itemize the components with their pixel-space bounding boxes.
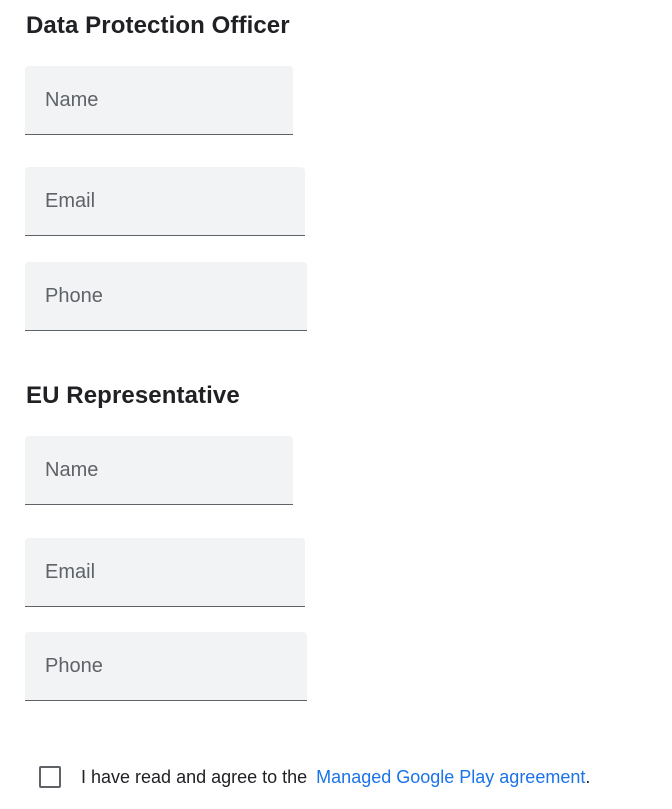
agreement-text-container: I have read and agree to the Managed Goog… (81, 767, 590, 788)
eu-rep-name-field[interactable] (25, 436, 293, 505)
eu-rep-name-input[interactable] (25, 436, 293, 504)
eu-rep-phone-field[interactable] (25, 632, 307, 701)
dpo-section-title: Data Protection Officer (26, 12, 290, 39)
agreement-link[interactable]: Managed Google Play agreement (316, 767, 585, 787)
eu-rep-phone-input[interactable] (25, 632, 307, 700)
eu-rep-section-title: EU Representative (26, 382, 240, 409)
agreement-row: I have read and agree to the Managed Goog… (39, 765, 590, 789)
dpo-phone-input[interactable] (25, 262, 307, 330)
agreement-checkbox[interactable] (39, 766, 61, 788)
dpo-phone-field[interactable] (25, 262, 307, 331)
dpo-email-field[interactable] (25, 167, 305, 236)
dpo-name-field[interactable] (25, 66, 293, 135)
dpo-name-input[interactable] (25, 66, 293, 134)
eu-rep-email-input[interactable] (25, 538, 305, 606)
eu-rep-email-field[interactable] (25, 538, 305, 607)
agreement-text: I have read and agree to the (81, 766, 308, 787)
dpo-email-input[interactable] (25, 167, 305, 235)
agreement-suffix: . (585, 766, 591, 787)
